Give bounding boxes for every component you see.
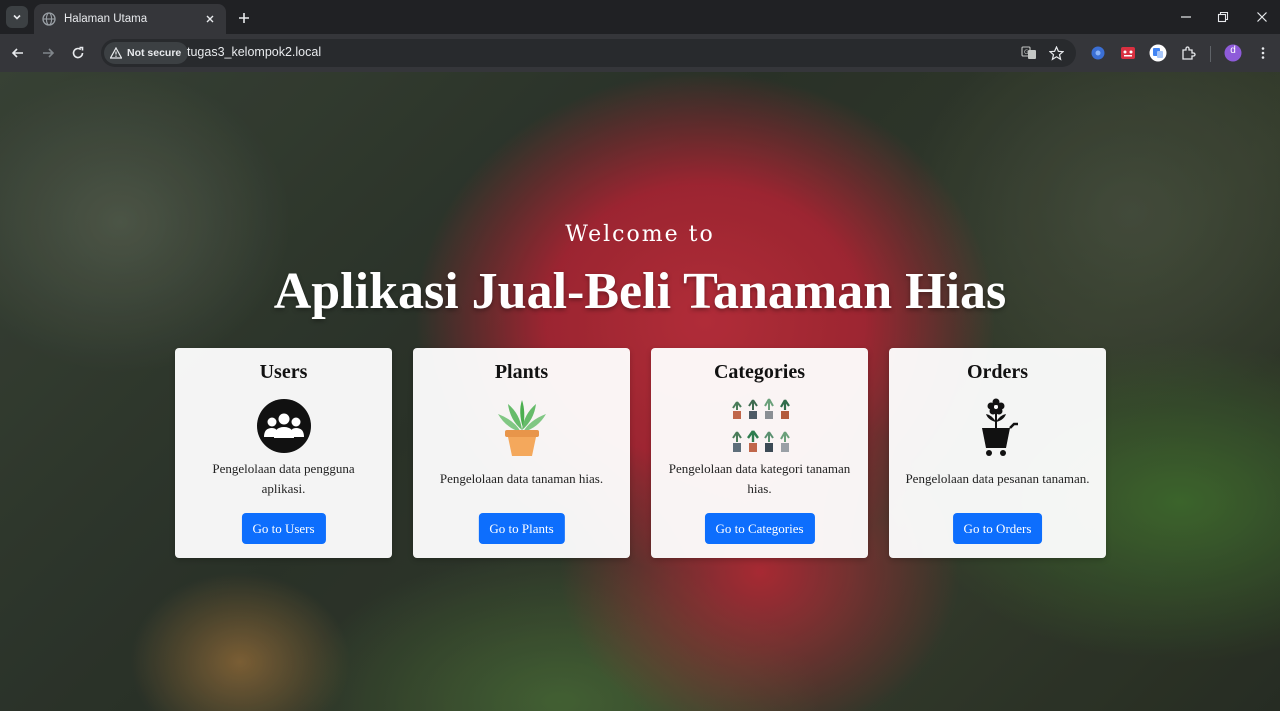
extensions-puzzle-icon[interactable] — [1178, 43, 1198, 63]
new-tab-button[interactable] — [234, 8, 254, 28]
browser-toolbar: Not secure tugas3_kelompok2.local G d — [0, 34, 1280, 72]
categories-card: Categories Pengelolaan data kategori tan… — [651, 348, 868, 558]
page-title: Aplikasi Jual-Beli Tanaman Hias — [273, 263, 1007, 320]
card-title: Plants — [494, 361, 549, 383]
close-icon — [1257, 12, 1267, 22]
profile-initial: d — [1230, 45, 1236, 56]
welcome-text: Welcome to — [565, 222, 715, 247]
plus-icon — [239, 13, 249, 23]
go-to-users-button[interactable]: Go to Users — [241, 513, 326, 544]
card-title: Categories — [713, 361, 806, 383]
close-window-button[interactable] — [1249, 6, 1275, 28]
page-viewport: Welcome to Aplikasi Jual-Beli Tanaman Hi… — [0, 72, 1280, 711]
security-label: Not secure — [127, 47, 182, 59]
card-description: Pengelolaan data pengguna aplikasi. — [212, 461, 355, 496]
plant-categories-icon — [728, 396, 792, 460]
url-text[interactable]: tugas3_kelompok2.local — [187, 45, 321, 59]
profile-avatar[interactable]: d — [1223, 43, 1243, 63]
orders-card: Orders Pengelolaan data pesanan tanaman.… — [889, 348, 1106, 558]
reload-icon — [72, 46, 84, 59]
restore-button[interactable] — [1210, 6, 1236, 28]
arrow-right-icon — [43, 48, 55, 58]
arrow-left-icon — [11, 48, 23, 58]
browser-menu-button[interactable] — [1253, 43, 1273, 63]
plants-card: Plants Pengelolaan data tanaman hias. Go… — [413, 348, 630, 558]
security-indicator[interactable]: Not secure — [104, 42, 189, 64]
restore-icon — [1217, 11, 1229, 23]
translate-icon[interactable]: G — [1020, 44, 1038, 62]
bookmark-star-icon[interactable] — [1047, 44, 1065, 62]
forward-button[interactable] — [37, 42, 59, 64]
tab-strip: Halaman Utama — [0, 0, 1280, 34]
extension-translate-icon[interactable] — [1148, 43, 1168, 63]
globe-icon — [42, 12, 56, 26]
tab-title: Halaman Utama — [64, 13, 148, 25]
card-title: Orders — [966, 361, 1029, 383]
card-description: Pengelolaan data tanaman hias. — [439, 471, 604, 486]
card-title: Users — [259, 361, 308, 383]
minimize-button[interactable] — [1173, 6, 1199, 28]
flower-cart-icon — [966, 396, 1030, 460]
users-group-icon — [252, 396, 316, 460]
go-to-orders-button[interactable]: Go to Orders — [952, 513, 1043, 544]
close-tab-icon[interactable] — [202, 11, 218, 27]
users-card: Users Pengelolaan data pengguna aplikasi… — [175, 348, 392, 558]
card-description: Pengelolaan data pesanan tanaman. — [905, 471, 1090, 486]
back-button[interactable] — [7, 42, 29, 64]
svg-text:G: G — [1024, 49, 1029, 56]
toolbar-divider — [1210, 46, 1211, 62]
active-tab[interactable]: Halaman Utama — [34, 4, 226, 34]
chevron-down-icon — [13, 14, 21, 20]
minimize-icon — [1181, 16, 1191, 18]
address-bar[interactable]: Not secure tugas3_kelompok2.local G — [101, 39, 1076, 67]
more-vertical-icon — [1261, 47, 1265, 59]
tab-search-button[interactable] — [6, 6, 28, 28]
extension-blue-icon[interactable] — [1088, 43, 1108, 63]
warning-icon — [110, 47, 122, 59]
go-to-categories-button[interactable]: Go to Categories — [704, 513, 815, 544]
potted-plant-icon — [490, 396, 554, 460]
go-to-plants-button[interactable]: Go to Plants — [478, 513, 565, 544]
extension-red-icon[interactable] — [1118, 43, 1138, 63]
reload-button[interactable] — [67, 42, 89, 64]
card-description: Pengelolaan data kategori tanaman hias. — [668, 461, 851, 496]
